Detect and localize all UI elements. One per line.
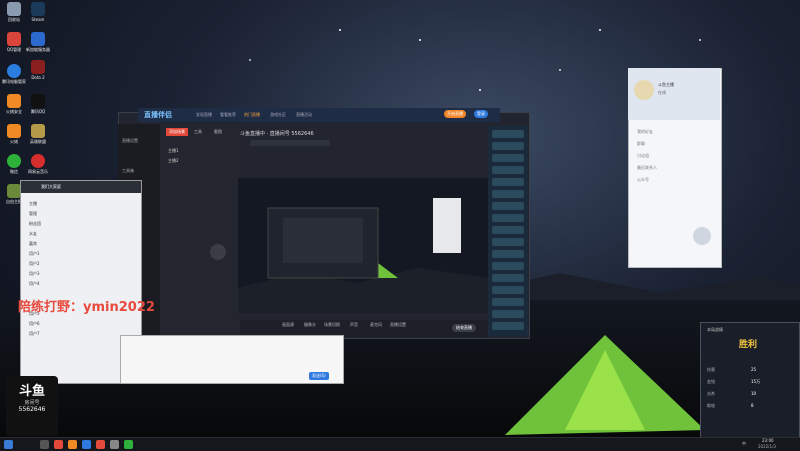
overlay-promo-text: 陪练打野：ymin2022 [18, 300, 155, 315]
chat-member[interactable]: 管理 [29, 211, 37, 217]
stats-value: 8 [751, 403, 754, 408]
stats-value: 15万 [751, 379, 761, 384]
qq-status[interactable]: 在线 [658, 90, 666, 96]
stream-preview [238, 178, 488, 313]
room-id: 5562646 [18, 406, 46, 413]
end-live-button[interactable]: 结束直播 [452, 324, 476, 332]
stats-label: 伤害 [707, 367, 715, 372]
topbar-link[interactable]: 直播活动 [296, 112, 312, 118]
control-settings[interactable]: 直播设置 [390, 322, 406, 328]
sidebar-item[interactable]: 直播设置 [122, 138, 138, 144]
douyu-room-logo: 斗鱼 房间号 5562646 [6, 376, 58, 436]
desktop-icon-dota2[interactable]: Dota 2 [26, 60, 50, 80]
chat-member[interactable]: 用户1 [29, 251, 40, 257]
control-scene[interactable]: 场景切换 [324, 322, 340, 328]
taskbar: 中 23:00 2022/1/3 [0, 437, 800, 451]
qq-item[interactable]: 最近联系人 [637, 165, 657, 171]
desktop-icon-qq[interactable]: 腾讯QQ [26, 94, 50, 115]
stats-result: 胜利 [739, 340, 758, 350]
stats-title: 本局战绩 [707, 327, 723, 332]
desktop-icon-server[interactable]: 新加坡服务器 [26, 32, 50, 53]
input-lang[interactable]: 中 [742, 441, 746, 447]
start-icon[interactable] [4, 440, 13, 449]
qq-mascot-icon [693, 227, 711, 245]
chat-member[interactable]: 用户7 [29, 331, 40, 337]
chat-member[interactable]: 用户4 [29, 281, 40, 287]
stats-label: 金钱 [707, 379, 715, 384]
taskbar-app-icon[interactable] [110, 440, 119, 449]
taskbar-app-icon[interactable] [54, 440, 63, 449]
qq-item[interactable]: 公众号 [637, 177, 649, 183]
clock-time[interactable]: 23:00 [762, 438, 774, 443]
clock-date[interactable]: 2022/1/3 [758, 444, 776, 449]
scene-item[interactable]: 主播2 [168, 158, 179, 164]
start-live-button[interactable]: 开始直播 [444, 110, 466, 118]
chat-member[interactable]: 用户3 [29, 271, 40, 277]
desktop-icon-steam[interactable]: Steam [26, 2, 50, 22]
desktop-icon-recycle[interactable]: 回收站 [2, 2, 26, 23]
chat-input[interactable] [125, 342, 325, 366]
chat-input-window: 发送(S) [120, 335, 344, 384]
desktop-icon-lol[interactable]: 英雄联盟 [26, 124, 50, 145]
control-mic[interactable]: 麦克风 [368, 322, 384, 328]
scene-item[interactable]: 主播1 [168, 148, 179, 154]
desktop-icon-qq-admin[interactable]: QQ管理 [2, 32, 26, 53]
qq-item[interactable]: 我的好友 [637, 129, 653, 135]
add-source-icon[interactable] [210, 244, 226, 260]
taskbar-app-icon[interactable] [96, 440, 105, 449]
chat-title: 我们大家庭 [41, 184, 61, 189]
game-stats-panel: 本局战绩 胜利 伤害 25 金钱 15万 击杀 10 助攻 8 [700, 322, 800, 442]
desktop: { "desktop_icons": [ {"label":"回收站","col… [0, 0, 800, 451]
desktop-icon-pc-manager[interactable]: 腾讯电脑管家 [2, 64, 26, 85]
control-source[interactable]: 画面源 [280, 322, 296, 328]
send-button[interactable]: 发送(S) [309, 372, 329, 380]
tab-tools[interactable]: 工具 [194, 129, 202, 135]
stream-title: 斗鱼直播中 · 直播间号 5562646 [240, 131, 314, 137]
tent-large [505, 335, 705, 435]
chat-titlebar: 我们大家庭 [21, 181, 141, 193]
taskbar-app-icon[interactable] [124, 440, 133, 449]
chat-member[interactable]: 用户2 [29, 261, 40, 267]
preview-nested-scene [238, 178, 488, 313]
taskbar-app-icon[interactable] [82, 440, 91, 449]
desktop-icon-wechat[interactable]: 微信 [2, 154, 26, 175]
chat-member[interactable]: 用户6 [29, 321, 40, 327]
sidebar-item[interactable]: 工具箱 [122, 168, 134, 174]
app-topbar: 直播伴侣 发现直播 看看推荐 热门直播 游戏社区 直播活动 开始直播 登录 [138, 108, 500, 122]
qq-item[interactable]: 群聊 [637, 141, 645, 147]
taskbar-app-icon[interactable] [68, 440, 77, 449]
chat-member[interactable]: 嘉宾 [29, 241, 37, 247]
avatar[interactable] [634, 80, 654, 100]
room-label: 房间号 [24, 400, 40, 406]
taskbar-app-icon[interactable] [40, 440, 49, 449]
chat-member[interactable]: 水友 [29, 231, 37, 237]
gift-column [488, 126, 528, 336]
topbar-link[interactable]: 看看推荐 [220, 112, 236, 118]
topbar-link[interactable]: 游戏社区 [270, 112, 286, 118]
topbar-link[interactable]: 热门直播 [244, 112, 260, 118]
douyu-brand: 斗鱼 [18, 384, 45, 399]
qq-nick: 斗鱼主播 [658, 82, 674, 87]
chat-member[interactable]: 粉丝团 [29, 221, 41, 227]
control-sound[interactable]: 声音 [346, 322, 362, 328]
qq-item[interactable]: 讨论组 [637, 153, 649, 159]
login-button[interactable]: 登录 [474, 110, 488, 118]
scene-panel: 添加场景 工具 截图 主播1 主播2 [160, 124, 240, 336]
stats-label: 击杀 [707, 391, 715, 396]
chat-member[interactable]: 主播 [29, 201, 37, 207]
tab-screenshot[interactable]: 截图 [214, 129, 222, 135]
tab-add-scene[interactable]: 添加场景 [166, 128, 188, 136]
desktop-icon-netease-music[interactable]: 网易云音乐 [26, 154, 50, 175]
desktop-icon-huorong2[interactable]: 火绒 [2, 124, 26, 145]
topbar-link[interactable]: 发现直播 [196, 112, 212, 118]
qq-header: 斗鱼主播 在线 [628, 68, 720, 120]
desktop-icon-huorong[interactable]: 火绒安全 [2, 94, 26, 115]
stats-value: 10 [751, 391, 757, 396]
stats-value: 25 [751, 367, 757, 372]
stream-status-bar [250, 140, 330, 146]
control-camera[interactable]: 摄像头 [302, 322, 318, 328]
stats-label: 助攻 [707, 403, 715, 408]
app-title: 直播伴侣 [144, 111, 172, 119]
